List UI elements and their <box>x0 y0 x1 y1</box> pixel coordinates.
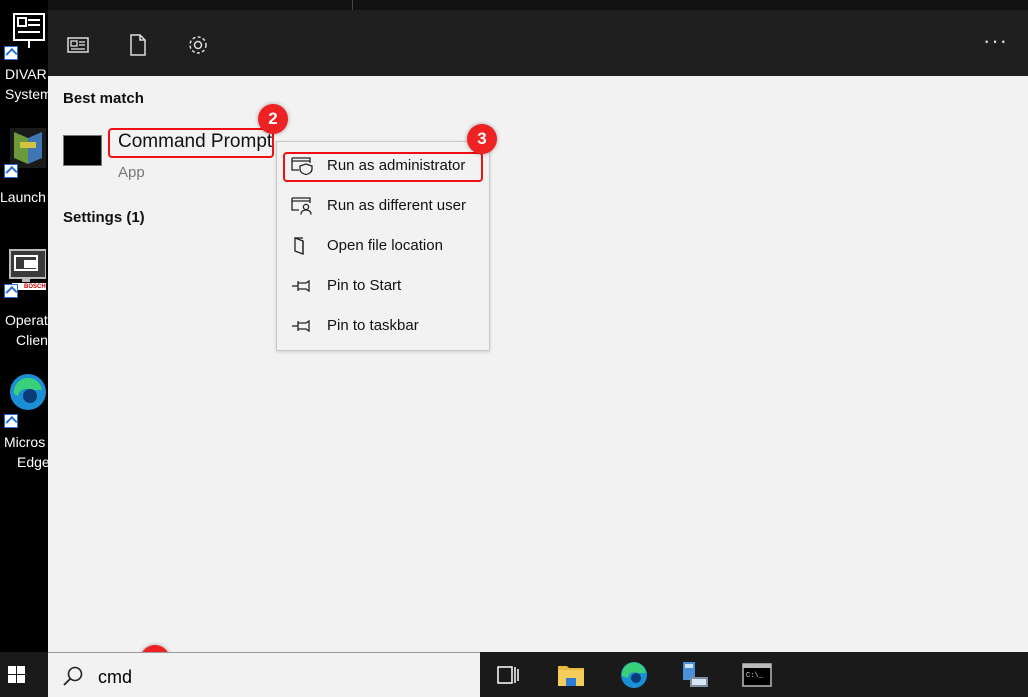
cmd-icon[interactable]: C:\_ <box>742 660 772 690</box>
annotation-box-run-as-admin <box>283 152 483 182</box>
menu-item-pin-to-start[interactable]: Pin to Start <box>277 267 489 305</box>
settings-gear-icon[interactable] <box>187 34 209 56</box>
panel-topbar: ··· <box>48 10 1028 76</box>
documents-icon[interactable] <box>127 34 149 56</box>
menu-item-open-file-location[interactable]: Open file location <box>277 227 489 265</box>
edge-icon[interactable] <box>619 660 649 690</box>
menu-item-label: Run as different user <box>327 197 466 214</box>
annotation-badge-2: 2 <box>258 104 288 134</box>
bosch-logo-text: BOSCH <box>24 284 46 290</box>
menu-item-label: Pin to taskbar <box>327 317 419 334</box>
annotation-box-command-prompt <box>108 128 274 158</box>
taskbar-search-box[interactable]: cmd <box>48 652 480 697</box>
more-options-icon[interactable]: ··· <box>983 28 1008 54</box>
svg-text:C:\_: C:\_ <box>746 672 764 680</box>
command-prompt-app-icon <box>63 135 102 166</box>
shortcut-arrow-icon <box>4 164 18 178</box>
remote-desktop-icon[interactable] <box>680 660 710 690</box>
file-explorer-icon[interactable] <box>556 660 586 690</box>
taskbar: cmd C:\_ <box>0 652 1028 697</box>
shortcut-arrow-icon <box>4 284 18 298</box>
desktop-icons-strip: DIVAR System Launch BOSCH Operat Clien M… <box>0 0 52 652</box>
search-icon <box>63 666 83 686</box>
pin-taskbar-icon <box>292 319 310 333</box>
windows-start-icon[interactable] <box>0 652 48 697</box>
menu-item-run-as-different-user[interactable]: Run as different user <box>277 187 489 225</box>
result-type: App <box>118 164 145 181</box>
launch-icon <box>10 128 46 168</box>
menu-item-label: Open file location <box>327 237 443 254</box>
user-window-icon <box>291 197 312 215</box>
menu-item-pin-to-taskbar[interactable]: Pin to taskbar <box>277 307 489 345</box>
shortcut-arrow-icon <box>4 414 18 428</box>
shortcut-arrow-icon <box>4 46 18 60</box>
file-location-icon <box>294 237 304 255</box>
annotation-badge-3: 3 <box>467 124 497 154</box>
task-view-icon[interactable] <box>493 660 523 690</box>
start-search-panel: ··· Best match Command Prompt App Settin… <box>48 10 1028 652</box>
menu-item-label: Pin to Start <box>327 277 402 294</box>
search-input[interactable]: cmd <box>98 667 132 688</box>
apps-view-icon[interactable] <box>67 34 89 56</box>
settings-heading[interactable]: Settings (1) <box>63 209 145 226</box>
pin-icon <box>292 279 310 293</box>
best-match-heading: Best match <box>63 90 144 107</box>
top-window-strip <box>0 0 1028 10</box>
edge-desktop-icon <box>10 374 46 410</box>
